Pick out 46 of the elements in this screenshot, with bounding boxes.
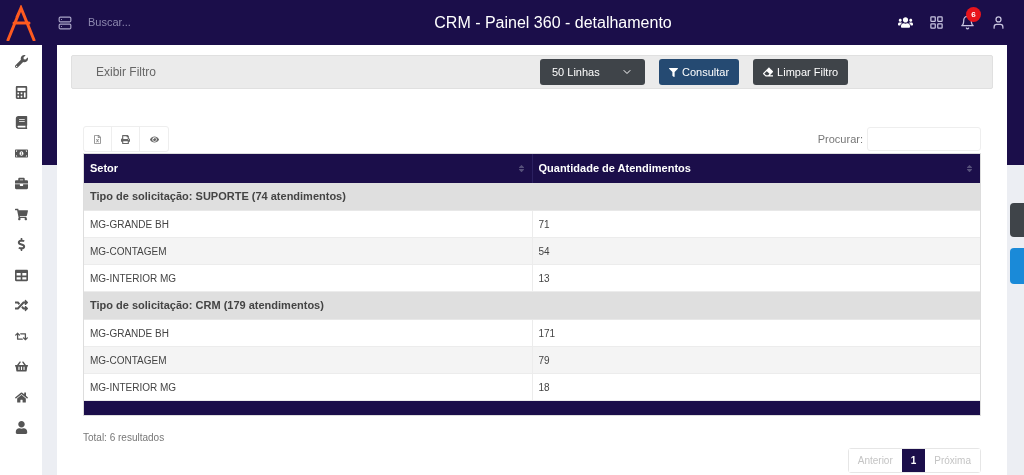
user-icon[interactable]	[991, 15, 1006, 30]
home-icon[interactable]	[14, 390, 28, 404]
excel-file-icon	[93, 134, 102, 144]
calculator-icon[interactable]	[14, 85, 28, 99]
wrench-icon[interactable]	[14, 55, 28, 68]
total-results: Total: 6 resultados	[83, 432, 165, 443]
briefcase-icon[interactable]	[14, 177, 28, 190]
cart-icon[interactable]	[14, 207, 28, 221]
table-cell: MG-CONTAGEM	[84, 347, 533, 373]
table-cell: MG-GRANDE BH	[84, 320, 533, 346]
menu-icon[interactable]	[58, 15, 72, 30]
table-icon[interactable]	[14, 268, 28, 282]
filter-toggle[interactable]: Exibir Filtro	[96, 63, 540, 81]
filter-icon	[669, 67, 678, 77]
eraser-icon	[763, 67, 774, 77]
table-cell-text: 13	[537, 271, 551, 286]
table-cell-text: 171	[537, 326, 557, 341]
search-field[interactable]: Buscar...	[88, 14, 288, 31]
user-icon[interactable]	[14, 421, 28, 434]
bell-icon[interactable]	[960, 15, 975, 30]
logo-icon	[4, 4, 38, 41]
rows-select[interactable]: 50 Linhas	[540, 59, 645, 85]
table-cell-text: 18	[537, 380, 551, 395]
table-cell-text: 79	[537, 353, 551, 368]
page-button[interactable]: 1	[901, 449, 926, 472]
table-cell-text: 71	[537, 217, 551, 232]
book-icon[interactable]	[14, 116, 28, 129]
group-row: Tipo de solicitação: CRM (179 atendimentos)	[84, 292, 980, 320]
table-cell: MG-GRANDE BH	[84, 211, 533, 237]
clear-filter-button[interactable]: Limpar Filtro	[753, 59, 849, 85]
basket-icon[interactable]	[14, 360, 28, 373]
page-title: CRM - Painel 360 - detalhamento	[434, 12, 672, 33]
table-cell-text: 54	[537, 244, 551, 259]
grid-icon[interactable]	[929, 15, 944, 30]
notification-badge: 6	[966, 7, 981, 22]
search-label: Procurar:	[817, 131, 863, 147]
print-icon	[121, 134, 130, 144]
query-button[interactable]: Consultar	[659, 59, 740, 85]
group-row: Tipo de solicitação: SUPORTE (74 atendimentos)	[84, 183, 980, 211]
table-cell: MG-INTERIOR MG	[84, 374, 533, 400]
users-icon[interactable]	[898, 15, 913, 30]
column-header[interactable]: Quantidade de Atendimentos	[532, 154, 980, 183]
eye-icon	[149, 134, 159, 144]
table-cell: MG-INTERIOR MG	[84, 265, 533, 291]
shuffle-icon[interactable]	[14, 299, 28, 312]
table-cell: MG-CONTAGEM	[84, 238, 533, 264]
